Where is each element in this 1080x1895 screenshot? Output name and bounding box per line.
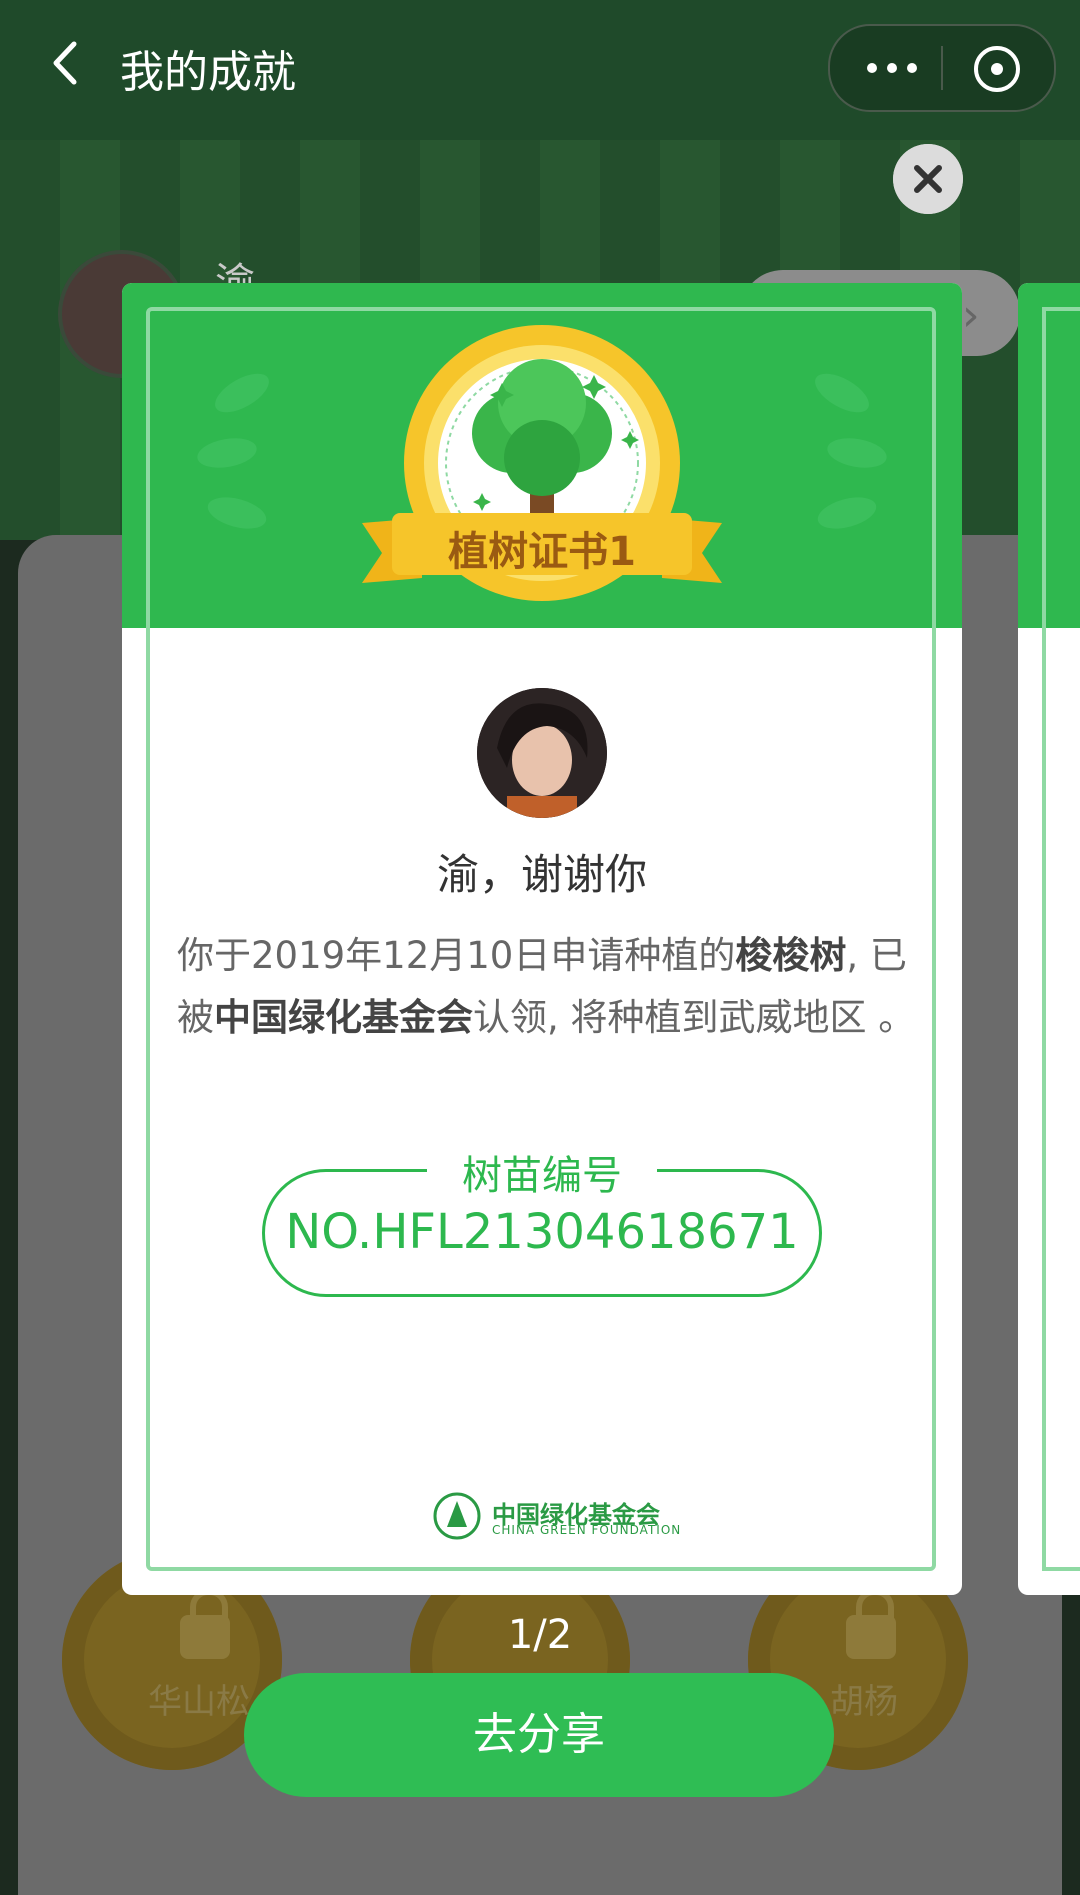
mini-program-capsule xyxy=(828,24,1056,112)
tree-badge-icon xyxy=(362,325,722,601)
more-icon[interactable] xyxy=(866,62,918,74)
next-certificate-border xyxy=(1042,307,1080,1571)
tree-name: 梭梭树 xyxy=(735,934,847,977)
body-suffix: 认领, 将种植到武威地区 。 xyxy=(473,996,916,1039)
organization-name: 中国绿化基金会 xyxy=(214,996,473,1039)
certificate-card: 植树证书1 渝，谢谢你 你于2019年12月10日申请种植的梭梭树, 已被中国绿… xyxy=(122,283,962,1595)
target-close-icon[interactable] xyxy=(972,44,1022,94)
serial-label: 树苗编号 xyxy=(427,1143,657,1201)
page-title: 我的成就 xyxy=(120,47,296,98)
foundation-name-en: CHINA GREEN FOUNDATION xyxy=(492,1523,682,1537)
certificate-body: 你于2019年12月10日申请种植的梭梭树, 已被中国绿化基金会认领, 将种植到… xyxy=(177,925,917,1049)
background-medal-label: 胡杨 xyxy=(830,1682,898,1722)
chevron-left-icon[interactable] xyxy=(44,40,90,86)
capsule-divider xyxy=(941,46,943,90)
avatar xyxy=(477,688,607,818)
chevron-right-icon: › xyxy=(962,290,980,341)
background-medal-label: 华山松 xyxy=(148,1682,250,1722)
badge-title: 植树证书1 xyxy=(448,529,636,575)
page-indicator: 1/2 xyxy=(507,1612,573,1658)
next-certificate-card[interactable] xyxy=(1018,283,1080,1595)
foundation-logo-icon xyxy=(433,1492,481,1540)
close-icon[interactable] xyxy=(893,144,963,214)
thanks-text: 渝，谢谢你 xyxy=(436,850,647,899)
share-button[interactable]: 去分享 xyxy=(244,1673,834,1797)
serial-number: NO.HFL21304618671 xyxy=(285,1204,799,1260)
body-prefix: 你于2019年12月10日申请种植的 xyxy=(177,934,736,977)
